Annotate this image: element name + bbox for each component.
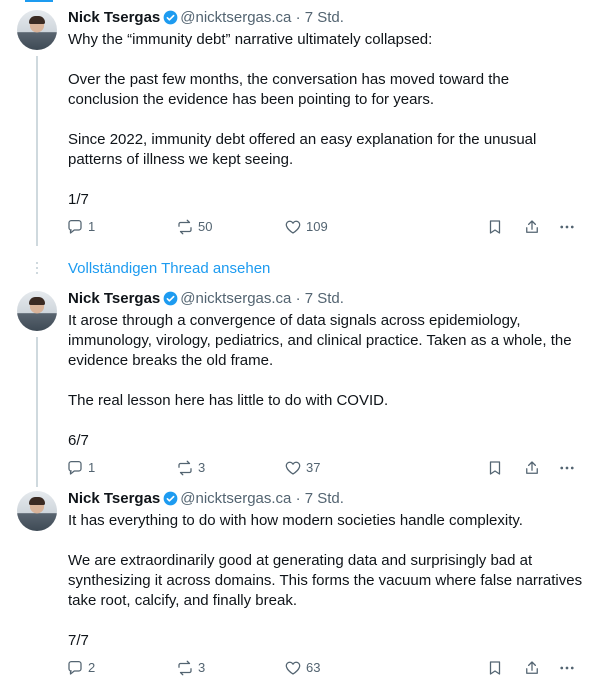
action-bar: 1 3 37: [66, 458, 586, 478]
repost-button[interactable]: 3: [176, 658, 205, 678]
show-full-thread-link[interactable]: Vollständigen Thread ansehen: [68, 259, 270, 279]
reply-button[interactable]: 2: [66, 658, 95, 678]
thread-gap-dots: [36, 262, 38, 277]
avatar[interactable]: [17, 491, 57, 531]
paragraph: Why the “immunity debt” narrative ultima…: [68, 31, 433, 48]
author-name[interactable]: Nick Tsergas: [68, 490, 160, 507]
post-text: It has everything to do with how modern …: [68, 511, 583, 651]
more-icon: [560, 225, 574, 229]
paragraph: Since 2022, immunity debt offered an eas…: [68, 131, 537, 168]
like-button[interactable]: 63: [284, 658, 320, 678]
author-handle[interactable]: @nicktsergas.ca: [180, 490, 291, 507]
repost-icon: [178, 219, 192, 235]
bookmark-icon: [489, 220, 501, 234]
reply-icon: [68, 460, 82, 475]
post-header: Nick Tsergas @nicktsergas.ca · 7 Std.: [68, 489, 344, 509]
repost-count: 3: [198, 460, 206, 475]
repost-icon: [178, 460, 192, 476]
post-time[interactable]: 7 Std.: [305, 490, 344, 507]
repost-count: 50: [198, 219, 213, 234]
share-icon: [526, 661, 538, 674]
reply-button[interactable]: 1: [66, 458, 95, 478]
more-icon: [560, 466, 574, 470]
paragraph: Over the past few months, the conversati…: [68, 71, 510, 108]
post-time[interactable]: 7 Std.: [305, 9, 344, 26]
verified-icon: [163, 491, 178, 512]
like-count: 37: [306, 460, 321, 475]
author-handle[interactable]: @nicktsergas.ca: [180, 9, 291, 26]
author-name[interactable]: Nick Tsergas: [68, 290, 160, 307]
separator: ·: [295, 490, 301, 507]
post-time[interactable]: 7 Std.: [305, 290, 344, 307]
separator: ·: [295, 9, 301, 26]
share-icon: [526, 220, 538, 233]
like-button[interactable]: 37: [284, 458, 320, 478]
thread-line: [36, 56, 38, 246]
post-header: Nick Tsergas @nicktsergas.ca · 7 Std.: [68, 289, 344, 309]
reply-icon: [68, 219, 82, 234]
like-icon: [285, 461, 301, 475]
bookmark-button[interactable]: [486, 217, 504, 237]
like-button[interactable]: 109: [284, 217, 328, 237]
bookmark-button[interactable]: [486, 458, 504, 478]
reply-icon: [68, 660, 82, 675]
share-button[interactable]: [523, 658, 541, 678]
more-button[interactable]: [558, 658, 576, 678]
post-text: Why the “immunity debt” narrative ultima…: [68, 30, 583, 210]
more-button[interactable]: [558, 458, 576, 478]
share-icon: [526, 461, 538, 474]
avatar[interactable]: [17, 10, 57, 50]
paragraph: It has everything to do with how modern …: [68, 512, 523, 529]
post-header: Nick Tsergas @nicktsergas.ca · 7 Std.: [68, 8, 344, 28]
share-button[interactable]: [523, 458, 541, 478]
more-icon: [560, 666, 574, 670]
repost-icon: [178, 660, 192, 676]
like-icon: [285, 220, 301, 234]
active-tab-indicator: [25, 0, 53, 2]
avatar[interactable]: [17, 291, 57, 331]
like-icon: [285, 661, 301, 675]
author-handle[interactable]: @nicktsergas.ca: [180, 290, 291, 307]
bookmark-icon: [489, 461, 501, 475]
thread-counter: 6/7: [68, 432, 89, 449]
like-count: 63: [306, 660, 321, 675]
thread-counter: 1/7: [68, 191, 89, 208]
bookmark-icon: [489, 661, 501, 675]
bookmark-button[interactable]: [486, 658, 504, 678]
author-name[interactable]: Nick Tsergas: [68, 9, 160, 26]
reply-button[interactable]: 1: [66, 217, 95, 237]
separator: ·: [295, 290, 301, 307]
share-button[interactable]: [523, 217, 541, 237]
paragraph: We are extraordinarily good at generatin…: [68, 552, 583, 609]
reply-count: 2: [88, 660, 96, 675]
repost-button[interactable]: 50: [176, 217, 212, 237]
reply-count: 1: [88, 219, 96, 234]
action-bar: 2 3 63: [66, 658, 586, 678]
repost-count: 3: [198, 660, 206, 675]
post-text: It arose through a convergence of data s…: [68, 311, 583, 451]
repost-button[interactable]: 3: [176, 458, 205, 478]
thread-line: [36, 337, 38, 487]
reply-count: 1: [88, 460, 96, 475]
like-count: 109: [306, 219, 328, 234]
more-button[interactable]: [558, 217, 576, 237]
thread-counter: 7/7: [68, 632, 89, 649]
paragraph: It arose through a convergence of data s…: [68, 312, 572, 369]
paragraph: The real lesson here has little to do wi…: [68, 392, 389, 409]
verified-icon: [163, 10, 178, 31]
action-bar: 1 50 109: [66, 217, 586, 237]
verified-icon: [163, 291, 178, 312]
